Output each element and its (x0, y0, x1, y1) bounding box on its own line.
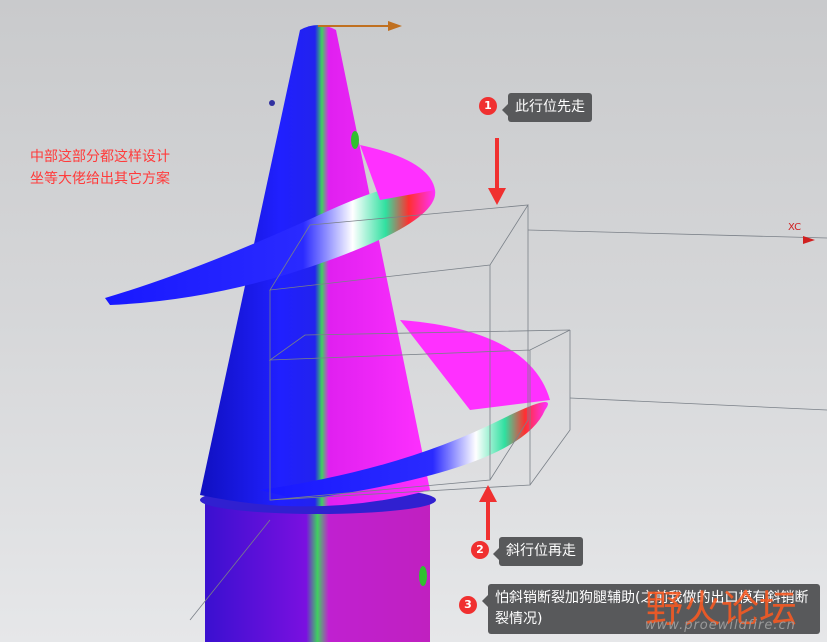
callout-1: 此行位先走 (502, 93, 592, 122)
callout-2: 斜行位再走 (493, 537, 583, 566)
callout-3-badge: 3 (459, 596, 477, 614)
watermark-url: www.proewildfire.cn (645, 618, 796, 633)
note-line-2: 坐等大佬给出其它方案 (30, 171, 170, 187)
xc-axis-label: XC (788, 222, 802, 233)
design-note: 中部这部分都这样设计 坐等大佬给出其它方案 (30, 146, 170, 190)
note-line-1: 中部这部分都这样设计 (30, 149, 170, 165)
callout-1-badge: 1 (479, 97, 497, 115)
cad-viewport[interactable] (0, 0, 827, 642)
callout-2-badge: 2 (471, 541, 489, 559)
